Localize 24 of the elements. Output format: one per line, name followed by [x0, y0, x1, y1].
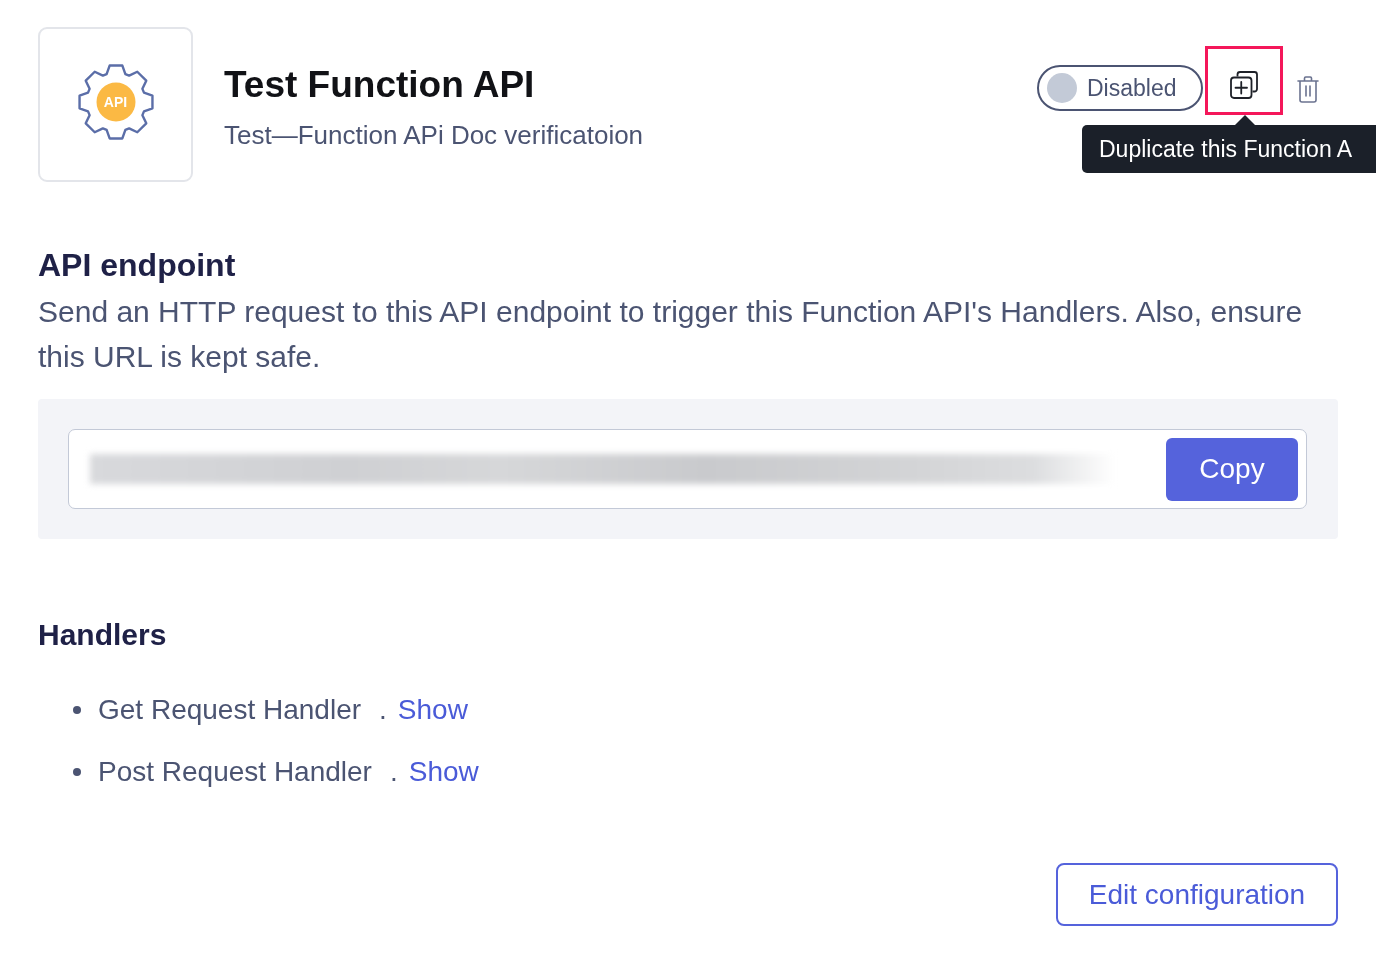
separator-text: .: [389, 755, 398, 789]
handler-name: Post Request Handler: [98, 755, 372, 789]
tooltip: Duplicate this Function A: [1082, 115, 1376, 173]
separator-text: .: [379, 693, 387, 727]
edit-configuration-button[interactable]: Edit configuration: [1056, 863, 1338, 926]
logo-text: API: [103, 93, 128, 110]
show-link[interactable]: Show: [397, 690, 468, 730]
copy-button[interactable]: Copy: [1166, 437, 1298, 501]
description-text: Send an HTTP request to this API endpoint to trigger this Function API's Handlers. Also, ensure this URL is kept safe.: [38, 294, 1304, 375]
toggle-knob-icon: [1047, 73, 1077, 103]
page-subtitle: Test—Function APi Doc verificatoion: [224, 119, 644, 152]
section-heading: Handlers: [38, 617, 168, 653]
handler-name: Get Request Handler: [98, 693, 362, 727]
status-toggle[interactable]: Disabled: [1037, 65, 1203, 111]
show-link[interactable]: Show: [408, 752, 479, 792]
section-heading: API endpoint: [38, 246, 237, 285]
gear-icon: [76, 62, 155, 141]
duplicate-icon: [1229, 70, 1259, 100]
page-title: Test Function API: [224, 63, 536, 107]
bullet-icon: [73, 706, 81, 714]
bullet-icon: [73, 768, 81, 776]
duplicate-button[interactable]: [1205, 46, 1283, 115]
delete-button[interactable]: [1294, 73, 1322, 106]
trash-icon: [1297, 76, 1319, 103]
